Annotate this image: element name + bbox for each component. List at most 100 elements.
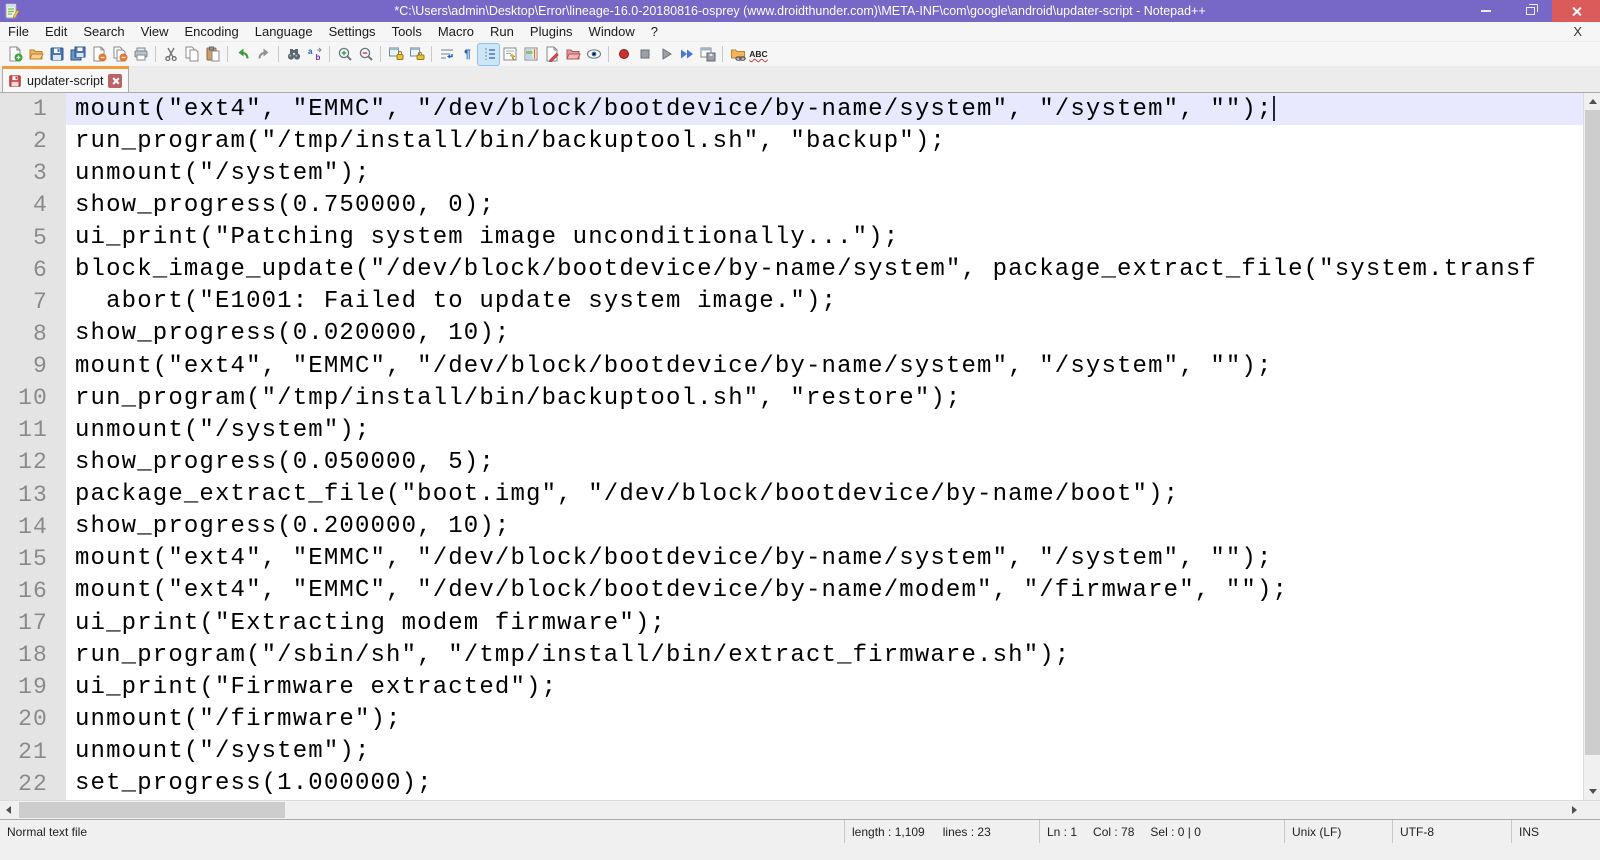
paste-icon[interactable]: [202, 44, 223, 65]
svg-text:b: b: [315, 53, 320, 62]
restore-button[interactable]: [1508, 0, 1552, 22]
macro-stop-icon[interactable]: [634, 44, 655, 65]
zoom-out-icon[interactable]: [355, 44, 376, 65]
code-line[interactable]: 15 mount("ext4", "EMMC", "/dev/block/boot…: [0, 542, 1600, 575]
new-file-icon[interactable]: [4, 44, 25, 65]
menu-run[interactable]: Run: [482, 22, 522, 42]
undo-icon[interactable]: [232, 44, 253, 65]
code-line[interactable]: 13 package_extract_file("boot.img", "/dev…: [0, 478, 1600, 511]
close-document-icon[interactable]: [88, 44, 109, 65]
horizontal-scrollbar[interactable]: [0, 800, 1600, 819]
code-line[interactable]: 1 mount("ext4", "EMMC", "/dev/block/bootd…: [0, 93, 1600, 126]
code-line[interactable]: 12 show_progress(0.050000, 5);: [0, 446, 1600, 479]
cut-icon[interactable]: [160, 44, 181, 65]
tab-updater-script[interactable]: updater-script: [2, 66, 130, 92]
code-line[interactable]: 2 run_program("/tmp/install/bin/backuptoo…: [0, 125, 1600, 158]
code-line[interactable]: 16 mount("ext4", "EMMC", "/dev/block/boot…: [0, 574, 1600, 607]
code-line[interactable]: 19 ui_print("Firmware extracted");: [0, 671, 1600, 704]
save-icon[interactable]: [46, 44, 67, 65]
menu-language[interactable]: Language: [247, 22, 321, 42]
word-wrap-icon[interactable]: [436, 44, 457, 65]
status-encoding[interactable]: UTF-8: [1393, 820, 1512, 843]
save-all-icon[interactable]: [67, 44, 88, 65]
menu-macro[interactable]: Macro: [430, 22, 482, 42]
code-line[interactable]: 20 unmount("/firmware");: [0, 703, 1600, 736]
status-lines: lines : 23: [942, 824, 991, 839]
code-line[interactable]: 17 ui_print("Extracting modem firmware");: [0, 607, 1600, 640]
code-line[interactable]: 11 unmount("/system");: [0, 414, 1600, 447]
code-line[interactable]: 3 unmount("/system");: [0, 157, 1600, 190]
folder-as-workspace-icon[interactable]: [562, 44, 583, 65]
status-insert-mode[interactable]: INS: [1512, 820, 1600, 843]
up-arrow-icon: [1588, 99, 1597, 104]
zoom-in-icon[interactable]: [334, 44, 355, 65]
code-line[interactable]: 18 run_program("/sbin/sh", "/tmp/install/…: [0, 639, 1600, 672]
menu-help[interactable]: ?: [643, 22, 666, 42]
spell-check-icon[interactable]: ABC: [748, 44, 769, 65]
menu-edit[interactable]: Edit: [37, 22, 75, 42]
redo-icon[interactable]: [253, 44, 274, 65]
vertical-scrollbar-thumb[interactable]: [1585, 110, 1600, 755]
toolbar-separator: [227, 46, 228, 62]
status-eol-format[interactable]: Unix (LF): [1285, 820, 1393, 843]
macro-run-multiple-icon[interactable]: [676, 44, 697, 65]
scroll-right-arrow[interactable]: [1566, 801, 1583, 819]
scroll-up-arrow[interactable]: [1584, 93, 1600, 110]
code-line[interactable]: 8 show_progress(0.020000, 10);: [0, 317, 1600, 350]
code-line[interactable]: 7 abort("E1001: Failed to update system …: [0, 285, 1600, 318]
status-column: Col : 78: [1093, 824, 1135, 839]
macro-play-icon[interactable]: [655, 44, 676, 65]
tab-close-button[interactable]: [108, 73, 123, 88]
code-line[interactable]: 5 ui_print("Patching system image uncondi…: [0, 221, 1600, 254]
macro-save-icon[interactable]: [697, 44, 718, 65]
find-icon[interactable]: [283, 44, 304, 65]
statusbar: Normal text file length : 1,109 lines : …: [0, 819, 1600, 843]
mime-tools-icon[interactable]: [727, 44, 748, 65]
scroll-left-arrow[interactable]: [0, 801, 17, 819]
sync-vertical-scrolling-icon[interactable]: [385, 44, 406, 65]
menu-tools[interactable]: Tools: [384, 22, 430, 42]
monitoring-icon[interactable]: [583, 44, 604, 65]
toolbar-separator: [608, 46, 609, 62]
document-map-icon[interactable]: [520, 44, 541, 65]
menu-encoding[interactable]: Encoding: [177, 22, 247, 42]
status-line-number: Ln : 1: [1047, 824, 1078, 839]
show-indent-guide-icon[interactable]: [477, 42, 500, 66]
close-button[interactable]: [1552, 0, 1600, 22]
vertical-scrollbar[interactable]: [1583, 93, 1600, 800]
menubar-close-button[interactable]: X: [1567, 24, 1588, 39]
down-arrow-icon: [1588, 789, 1597, 794]
open-folder-icon[interactable]: [25, 44, 46, 65]
menu-settings[interactable]: Settings: [321, 22, 384, 42]
status-selection: Sel : 0 | 0: [1150, 824, 1201, 839]
replace-icon[interactable]: ab: [304, 44, 325, 65]
menu-plugins[interactable]: Plugins: [522, 22, 581, 42]
copy-icon[interactable]: [181, 44, 202, 65]
editor[interactable]: 1 mount("ext4", "EMMC", "/dev/block/bootd…: [0, 93, 1600, 800]
menu-window[interactable]: Window: [581, 22, 643, 42]
close-all-documents-icon[interactable]: [109, 44, 130, 65]
macro-record-icon[interactable]: [613, 44, 634, 65]
code-line[interactable]: 22 set_progress(1.000000);: [0, 767, 1600, 800]
menu-view[interactable]: View: [133, 22, 177, 42]
menu-search[interactable]: Search: [75, 22, 132, 42]
code-line[interactable]: 4 show_progress(0.750000, 0);: [0, 189, 1600, 222]
menu-file[interactable]: File: [0, 22, 37, 42]
code-line[interactable]: 10 run_program("/tmp/install/bin/backupto…: [0, 382, 1600, 415]
sync-horizontal-scrolling-icon[interactable]: [406, 44, 427, 65]
toolbar-separator: [278, 46, 279, 62]
scrollbar-corner: [1583, 801, 1600, 819]
code-line[interactable]: 21 unmount("/system");: [0, 735, 1600, 768]
restore-icon: [1525, 4, 1538, 15]
code-line[interactable]: 6 block_image_update("/dev/block/bootdevi…: [0, 253, 1600, 286]
print-icon[interactable]: [130, 44, 151, 65]
minimize-button[interactable]: [1464, 0, 1508, 22]
code-line[interactable]: 14 show_progress(0.200000, 10);: [0, 510, 1600, 543]
show-all-characters-icon[interactable]: ¶: [457, 44, 478, 65]
function-list-icon[interactable]: [499, 44, 520, 65]
document-switcher-icon[interactable]: [541, 44, 562, 65]
horizontal-scrollbar-thumb[interactable]: [19, 802, 285, 818]
scroll-down-arrow[interactable]: [1584, 783, 1600, 800]
code-line[interactable]: 9 mount("ext4", "EMMC", "/dev/block/bootd…: [0, 350, 1600, 383]
toolbar-separator: [431, 46, 432, 62]
